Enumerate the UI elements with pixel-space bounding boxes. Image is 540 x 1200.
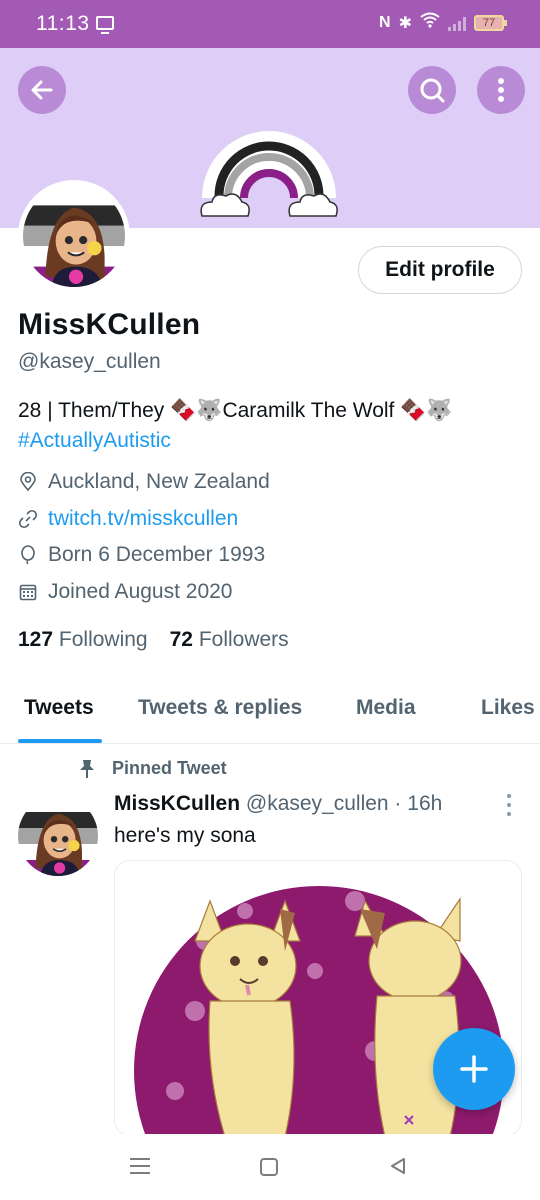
- chocolate-emoji: 🍫: [400, 399, 427, 422]
- tab-tweets-replies[interactable]: Tweets & replies: [138, 696, 302, 720]
- screen-cast-icon: [96, 16, 114, 34]
- compose-tweet-button[interactable]: [433, 1028, 515, 1110]
- birthday-text: Born 6 December 1993: [48, 543, 266, 566]
- link-icon: [18, 509, 38, 529]
- avatar-image: [18, 796, 98, 876]
- status-icons: N ✱ 77: [379, 12, 507, 33]
- profile-bio: 28 | Them/They 🍫🐺Caramilk The Wolf 🍫🐺 #A…: [18, 396, 453, 456]
- wolf-emoji: 🐺: [426, 399, 453, 422]
- ace-rainbow-image: [200, 131, 338, 217]
- joined-row: Joined August 2020: [18, 580, 233, 604]
- menu-icon[interactable]: [130, 1158, 150, 1174]
- signal-icon: [448, 15, 466, 31]
- tab-media[interactable]: Media: [356, 696, 416, 720]
- status-bar: 11:13 N ✱ 77: [0, 0, 540, 48]
- search-button[interactable]: [408, 66, 456, 114]
- tweet-more-button[interactable]: [505, 794, 513, 816]
- home-square-icon[interactable]: [260, 1158, 278, 1176]
- followers-count: 72: [169, 628, 193, 651]
- birthday-row: Born 6 December 1993: [18, 543, 265, 567]
- tab-tweets[interactable]: Tweets: [24, 696, 94, 720]
- bio-text-part-2: Caramilk The Wolf: [222, 399, 401, 422]
- system-navigation-bar: [0, 1134, 540, 1200]
- wolf-emoji: 🐺: [196, 399, 223, 422]
- avatar-image: [23, 185, 125, 287]
- edit-profile-button[interactable]: Edit profile: [358, 246, 522, 294]
- more-options-button[interactable]: [477, 66, 525, 114]
- active-tab-indicator: [18, 739, 102, 743]
- bio-line-1: 28 | Them/They 🍫🐺Caramilk The Wolf 🍫🐺: [18, 396, 453, 426]
- location-text: Auckland, New Zealand: [48, 470, 270, 493]
- tweet-meta: @kasey_cullen · 16h: [245, 792, 443, 815]
- battery-icon: 77: [474, 14, 507, 31]
- nfc-icon: N: [379, 13, 391, 31]
- followers-link[interactable]: 72 Followers: [170, 628, 289, 652]
- tab-likes[interactable]: Likes: [481, 696, 535, 720]
- arrow-left-icon: [31, 80, 53, 100]
- calendar-icon: [19, 584, 37, 601]
- tweet-author-avatar[interactable]: [18, 796, 98, 876]
- following-count: 127: [18, 628, 54, 651]
- website-link[interactable]: twitch.tv/misskcullen: [48, 507, 238, 531]
- following-link[interactable]: 127 Following: [18, 628, 148, 652]
- search-icon: [420, 78, 445, 103]
- chocolate-emoji: 🍫: [170, 399, 197, 422]
- website-row: twitch.tv/misskcullen: [18, 507, 238, 531]
- profile-avatar[interactable]: [18, 180, 130, 292]
- balloon-icon: [21, 545, 35, 565]
- location-row: Auckland, New Zealand: [18, 470, 270, 494]
- status-time: 11:13: [36, 12, 90, 35]
- plus-icon: [460, 1055, 488, 1083]
- pinned-tweet-label: Pinned Tweet: [78, 758, 227, 779]
- more-vertical-icon: [498, 78, 504, 102]
- back-triangle-icon[interactable]: [388, 1156, 408, 1176]
- back-button[interactable]: [18, 66, 66, 114]
- tweet-author-name[interactable]: MissKCullen: [114, 792, 240, 815]
- pin-icon: [80, 759, 94, 778]
- bio-hashtag-link[interactable]: #ActuallyAutistic: [18, 429, 171, 452]
- joined-text: Joined August 2020: [48, 580, 233, 603]
- profile-tabs: Tweets Tweets & replies Media Likes: [0, 680, 540, 744]
- pinned-text: Pinned Tweet: [112, 758, 227, 778]
- location-pin-icon: [20, 472, 36, 492]
- tweet-text: here's my sona: [114, 824, 256, 847]
- following-label: Following: [58, 628, 148, 651]
- followers-label: Followers: [198, 628, 289, 651]
- display-name: MissKCullen: [18, 308, 201, 341]
- bio-text-part-1: 28 | Them/They: [18, 399, 171, 422]
- user-handle: @kasey_cullen: [18, 350, 161, 373]
- follow-stats: 127 Following 72 Followers: [18, 628, 289, 652]
- wifi-icon: [420, 12, 440, 33]
- bluetooth-icon: ✱: [398, 14, 412, 32]
- tweet-header: MissKCullen @kasey_cullen · 16h: [114, 792, 442, 816]
